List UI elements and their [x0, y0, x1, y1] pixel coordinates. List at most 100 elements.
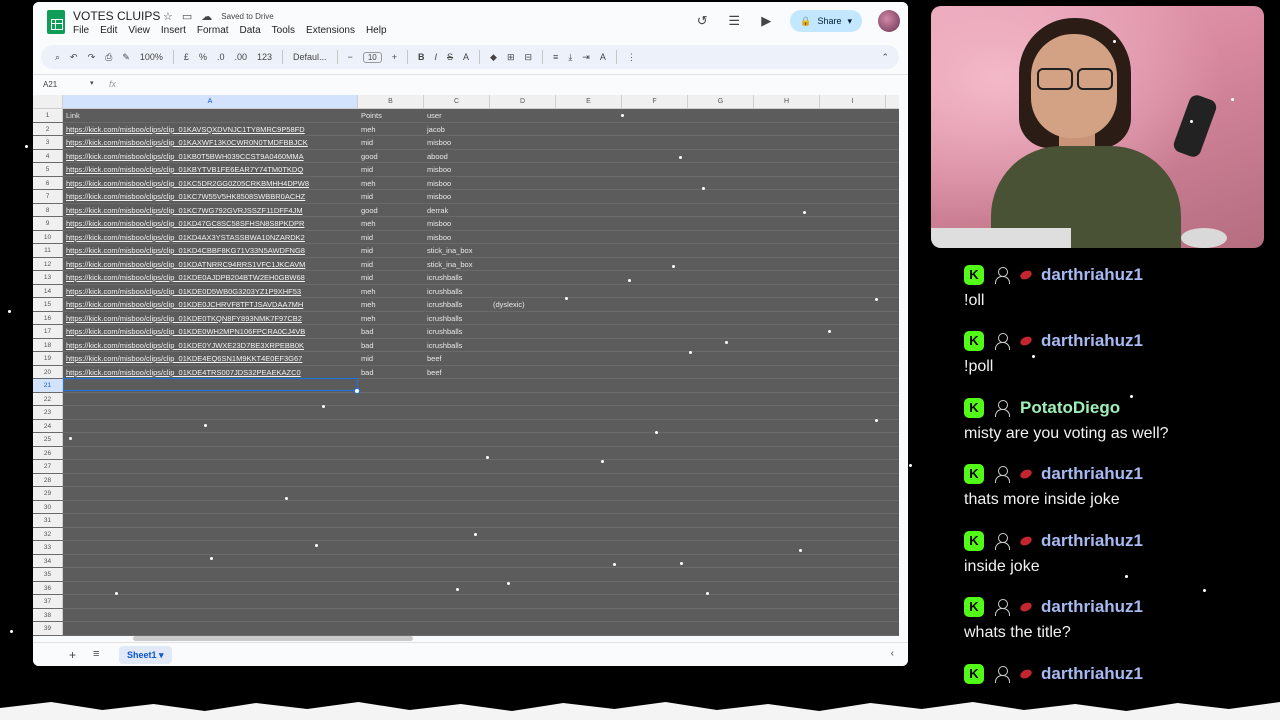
chat-username[interactable]: darthriahuz1: [1041, 265, 1143, 285]
italic-icon[interactable]: I: [434, 52, 437, 62]
share-button[interactable]: 🔒 Share ▾: [790, 10, 862, 32]
cell-link[interactable]: https://kick.com/misboo/clips/clip_01KAV…: [63, 123, 358, 136]
cell-points[interactable]: mid: [358, 258, 424, 271]
cell-points[interactable]: mid: [358, 244, 424, 257]
cell-points[interactable]: mid: [358, 190, 424, 203]
cell-note[interactable]: [490, 312, 556, 325]
collapse-toolbar-icon[interactable]: ⌃: [881, 52, 889, 63]
cell-header-points[interactable]: Points: [358, 109, 424, 122]
row-number[interactable]: 37: [33, 595, 63, 608]
row-number[interactable]: 38: [33, 608, 63, 621]
chat-username[interactable]: darthriahuz1: [1041, 464, 1143, 484]
row-number[interactable]: 12: [33, 257, 63, 270]
percent-button[interactable]: %: [199, 52, 207, 62]
cell-link[interactable]: https://kick.com/misboo/clips/clip_01KD4…: [63, 244, 358, 257]
cell-points[interactable]: mid: [358, 271, 424, 284]
column-header-h[interactable]: H: [754, 95, 820, 108]
cell-link[interactable]: https://kick.com/misboo/clips/clip_01KDE…: [63, 298, 358, 311]
row-number[interactable]: 33: [33, 541, 63, 554]
column-header-c[interactable]: C: [424, 95, 490, 108]
cell-note[interactable]: [490, 177, 556, 190]
cell-user[interactable]: stick_ina_box: [424, 258, 490, 271]
menu-view[interactable]: View: [128, 25, 150, 36]
text-wrap-icon[interactable]: ⇥: [582, 52, 590, 63]
search-menus-icon[interactable]: ⌕: [55, 52, 60, 63]
cell-link[interactable]: https://kick.com/misboo/clips/clip_01KAX…: [63, 136, 358, 149]
cell-link[interactable]: https://kick.com/misboo/clips/clip_01KC7…: [63, 190, 358, 203]
cell-user[interactable]: icrushballs: [424, 312, 490, 325]
font-select[interactable]: Defaul...: [293, 52, 327, 62]
row-number[interactable]: 31: [33, 514, 63, 527]
cell-points[interactable]: meh: [358, 123, 424, 136]
cell-link[interactable]: https://kick.com/misboo/clips/clip_01KB0…: [63, 150, 358, 163]
font-size-input[interactable]: 10: [362, 51, 382, 63]
cell-points[interactable]: bad: [358, 339, 424, 352]
borders-icon[interactable]: ⊞: [507, 52, 515, 63]
tab-sheet1[interactable]: Sheet1 ▾: [119, 646, 172, 664]
cell-points[interactable]: meh: [358, 298, 424, 311]
row-number[interactable]: 14: [33, 284, 63, 297]
cell-note[interactable]: [490, 123, 556, 136]
cell-note[interactable]: [490, 244, 556, 257]
cell-points[interactable]: mid: [358, 352, 424, 365]
row-number[interactable]: 16: [33, 311, 63, 324]
cell-user[interactable]: icrushballs: [424, 271, 490, 284]
decrease-decimal-button[interactable]: .0: [217, 52, 225, 62]
row-number[interactable]: 2: [33, 122, 63, 135]
number-format-button[interactable]: 123: [257, 52, 272, 62]
zoom-select[interactable]: 100%: [140, 52, 163, 62]
select-all-corner[interactable]: [33, 95, 63, 108]
cell-user[interactable]: misboo: [424, 163, 490, 176]
merge-cells-icon[interactable]: ⊟: [525, 52, 533, 63]
column-header-g[interactable]: G: [688, 95, 754, 108]
selected-cell[interactable]: [63, 378, 358, 391]
cell-link[interactable]: https://kick.com/misboo/clips/clip_01KD4…: [63, 217, 358, 230]
column-header-i[interactable]: I: [820, 95, 886, 108]
column-header-e[interactable]: E: [556, 95, 622, 108]
row-number[interactable]: 34: [33, 554, 63, 567]
row-number[interactable]: 23: [33, 406, 63, 419]
cell-link[interactable]: https://kick.com/misboo/clips/clip_01KDE…: [63, 352, 358, 365]
row-number[interactable]: 13: [33, 271, 63, 284]
row-number[interactable]: 32: [33, 527, 63, 540]
font-size-increase-icon[interactable]: +: [392, 52, 397, 62]
star-icon[interactable]: ☆: [163, 10, 173, 23]
menu-edit[interactable]: Edit: [100, 25, 117, 36]
cell-note[interactable]: [490, 339, 556, 352]
menu-extensions[interactable]: Extensions: [306, 25, 355, 36]
row-number[interactable]: 6: [33, 176, 63, 189]
align-horizontal-icon[interactable]: ≡: [553, 52, 558, 62]
strikethrough-icon[interactable]: S: [447, 52, 453, 62]
cell-note[interactable]: [490, 271, 556, 284]
row-number[interactable]: 22: [33, 392, 63, 405]
cell-user[interactable]: misboo: [424, 231, 490, 244]
currency-button[interactable]: £: [184, 52, 189, 62]
chevron-down-icon[interactable]: ▾: [90, 79, 94, 87]
chat-username[interactable]: darthriahuz1: [1041, 664, 1143, 684]
cell-link[interactable]: https://kick.com/misboo/clips/clip_01KDE…: [63, 366, 358, 379]
cell-link[interactable]: https://kick.com/misboo/clips/clip_01KC5…: [63, 177, 358, 190]
history-icon[interactable]: ↺: [694, 13, 710, 29]
cell-user[interactable]: stick_ina_box: [424, 244, 490, 257]
cell-user[interactable]: misboo: [424, 177, 490, 190]
cell-user[interactable]: jacob: [424, 123, 490, 136]
menu-help[interactable]: Help: [366, 25, 387, 36]
row-number[interactable]: 18: [33, 338, 63, 351]
text-rotation-icon[interactable]: A: [600, 52, 606, 62]
cell-points[interactable]: mid: [358, 231, 424, 244]
row-number[interactable]: 3: [33, 136, 63, 149]
row-number[interactable]: 7: [33, 190, 63, 203]
cell-user[interactable]: misboo: [424, 217, 490, 230]
collapse-side-icon[interactable]: ‹: [891, 648, 894, 659]
fill-color-icon[interactable]: ◆: [490, 52, 497, 63]
cell-user[interactable]: misboo: [424, 190, 490, 203]
cell-points[interactable]: meh: [358, 217, 424, 230]
cell-user[interactable]: derrak: [424, 204, 490, 217]
cell-points[interactable]: mid: [358, 163, 424, 176]
cell-user[interactable]: icrushballs: [424, 298, 490, 311]
chat-username[interactable]: PotatoDiego: [1020, 398, 1120, 418]
row-number[interactable]: 30: [33, 500, 63, 513]
row-number[interactable]: 10: [33, 230, 63, 243]
column-header-d[interactable]: D: [490, 95, 556, 108]
cell-link[interactable]: https://kick.com/misboo/clips/clip_01KDE…: [63, 271, 358, 284]
